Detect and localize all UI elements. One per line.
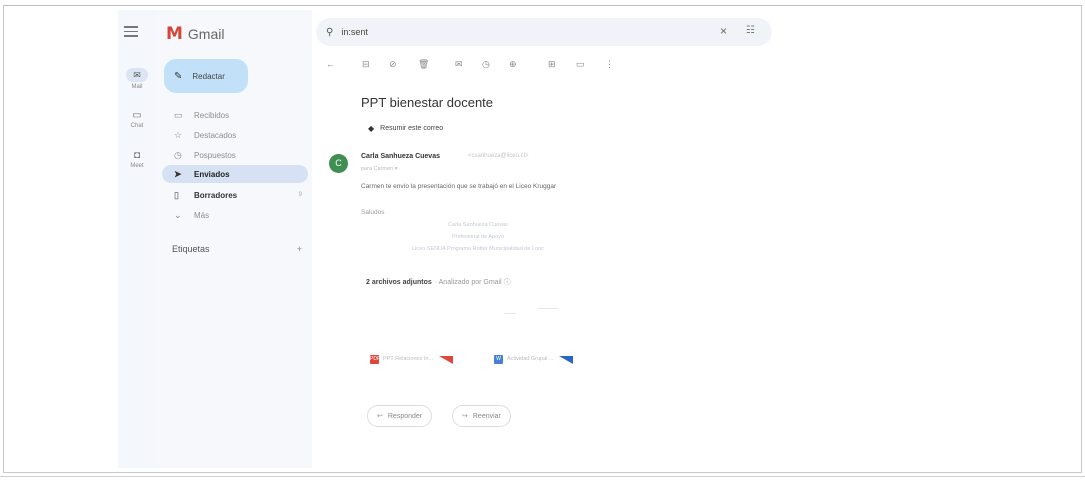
- reply-label: Responder: [387, 412, 423, 420]
- reply-icon: ↩: [377, 413, 383, 420]
- sender-avatar[interactable]: C: [329, 154, 348, 173]
- nav-item-starred[interactable]: ☆ Destacados: [162, 126, 308, 144]
- main-menu-icon[interactable]: [124, 26, 138, 38]
- attachment-chip[interactable]: PDF PPT Relaciones In...: [370, 354, 455, 364]
- labels-header: Etiquetas +: [172, 244, 302, 254]
- compose-label: Redactar: [192, 71, 225, 81]
- send-icon: ➤: [174, 168, 182, 179]
- email-body: Carmen te envío la presentación que se t…: [361, 183, 557, 190]
- bottom-divider: [0, 476, 1085, 477]
- search-options-icon[interactable]: ☷: [746, 25, 755, 36]
- nav-item-label: Destacados: [194, 130, 237, 140]
- search-bar[interactable]: ⚲ in:sent × ☷: [316, 18, 772, 46]
- nav-item-label: Pospuestos: [194, 150, 236, 160]
- nav-item-inbox[interactable]: ▭ Recibidos: [162, 106, 308, 124]
- back-icon[interactable]: ←: [326, 59, 335, 69]
- gmail-logo[interactable]: M Gmail: [166, 24, 224, 44]
- clock-icon: ◷: [174, 149, 182, 160]
- pdf-file-icon: PDF: [370, 354, 380, 364]
- gmail-logo-icon: M: [166, 24, 183, 44]
- signature-line: Carla Sanhueza Cuevas: [448, 222, 508, 228]
- nav-item-label: Borradores: [194, 190, 238, 200]
- drafts-count: 9: [298, 192, 302, 198]
- rail-item-meet[interactable]: ◘ Meet: [118, 150, 156, 169]
- email-subject: PPT bienestar docente: [361, 95, 494, 110]
- chat-icon: ▭: [132, 110, 142, 121]
- sender-name[interactable]: Carla Sanhueza Cuevas: [361, 153, 440, 160]
- doc-file-icon: W: [494, 354, 503, 364]
- forward-label: Reenviar: [472, 412, 501, 420]
- search-icon[interactable]: ⚲: [326, 27, 333, 38]
- recipient-details[interactable]: para Carmen ▾: [361, 166, 397, 172]
- archive-icon[interactable]: ⊟: [362, 59, 370, 70]
- rail-item-chat[interactable]: ▭ Chat: [118, 110, 156, 129]
- star-icon: ☆: [174, 129, 183, 140]
- signature-line: Liceo SENDA Programa Rotter Municipalida…: [412, 246, 544, 252]
- app-rail: ✉ Mail ▭ Chat ◘ Meet: [118, 10, 156, 468]
- attachment-name: PPT Relaciones In...: [383, 356, 434, 362]
- attachment-preview-line: [538, 308, 558, 309]
- email-greeting: Saludos: [361, 209, 385, 216]
- nav-item-label: Enviados: [194, 169, 230, 179]
- nav-item-label: Más: [194, 210, 210, 220]
- attachments-scan-note: · Analizado por Gmail ⓘ: [434, 279, 511, 286]
- forward-icon: ↪: [462, 413, 468, 420]
- rail-item-label: Meet: [130, 163, 144, 169]
- navigation-panel: M Gmail ✎ Redactar ▭ Recibidos ☆ Destaca…: [156, 10, 312, 468]
- compose-button[interactable]: ✎ Redactar: [164, 59, 248, 93]
- forward-button[interactable]: ↪ Reenviar: [452, 405, 511, 427]
- attachment-name: Actividad Grupal ...: [507, 356, 554, 362]
- attachment-thumbnail: [439, 354, 455, 364]
- attachment-chip[interactable]: W Actividad Grupal ...: [494, 354, 575, 364]
- chevron-down-icon: ⌄: [174, 209, 182, 220]
- mark-unread-icon[interactable]: ✉: [455, 59, 463, 70]
- inbox-icon: ▭: [174, 109, 183, 120]
- mail-icon: ✉: [126, 68, 148, 82]
- nav-item-sent[interactable]: ➤ Enviados: [162, 165, 308, 183]
- search-input[interactable]: in:sent: [341, 27, 368, 37]
- rail-item-label: Mail: [131, 84, 143, 90]
- attachment-preview-line: [504, 313, 516, 314]
- report-spam-icon[interactable]: ⊘: [389, 59, 397, 70]
- label-icon[interactable]: ▭: [576, 59, 585, 70]
- attachments-header: 2 archivos adjuntos · Analizado por Gmail…: [366, 277, 511, 287]
- add-task-icon[interactable]: ⊕: [509, 59, 517, 70]
- meet-icon: ◘: [133, 150, 141, 161]
- summarize-button[interactable]: ◆ Resumir este correo: [368, 124, 443, 133]
- more-options-icon[interactable]: ⋮: [605, 59, 614, 70]
- signature-line: Profesional de Apoyo: [452, 234, 504, 240]
- sender-email: <csanhueza@liceo.cl>: [468, 153, 529, 159]
- summarize-label: Resumir este correo: [380, 125, 444, 132]
- draft-icon: ▯: [174, 189, 179, 200]
- nav-item-drafts[interactable]: ▯ Borradores 9: [162, 186, 308, 204]
- pencil-icon: ✎: [174, 70, 183, 82]
- add-label-icon[interactable]: +: [297, 244, 302, 254]
- nav-item-snoozed[interactable]: ◷ Pospuestos: [162, 146, 308, 164]
- move-to-icon[interactable]: ⊞: [548, 59, 556, 70]
- attachments-count: 2 archivos adjuntos: [366, 279, 432, 286]
- sparkle-icon: ◆: [368, 124, 375, 133]
- clear-search-icon[interactable]: ×: [720, 24, 727, 38]
- rail-item-mail[interactable]: ✉ Mail: [118, 68, 156, 90]
- labels-title: Etiquetas: [172, 244, 210, 254]
- snooze-icon[interactable]: ◷: [482, 59, 490, 70]
- gmail-wordmark: Gmail: [187, 26, 225, 42]
- nav-item-label: Recibidos: [194, 110, 230, 120]
- attachment-thumbnail: [559, 354, 575, 364]
- rail-item-label: Chat: [130, 123, 144, 129]
- delete-icon[interactable]: 🗑: [418, 59, 429, 70]
- nav-item-more[interactable]: ⌄ Más: [162, 206, 308, 224]
- reply-button[interactable]: ↩ Responder: [367, 405, 433, 427]
